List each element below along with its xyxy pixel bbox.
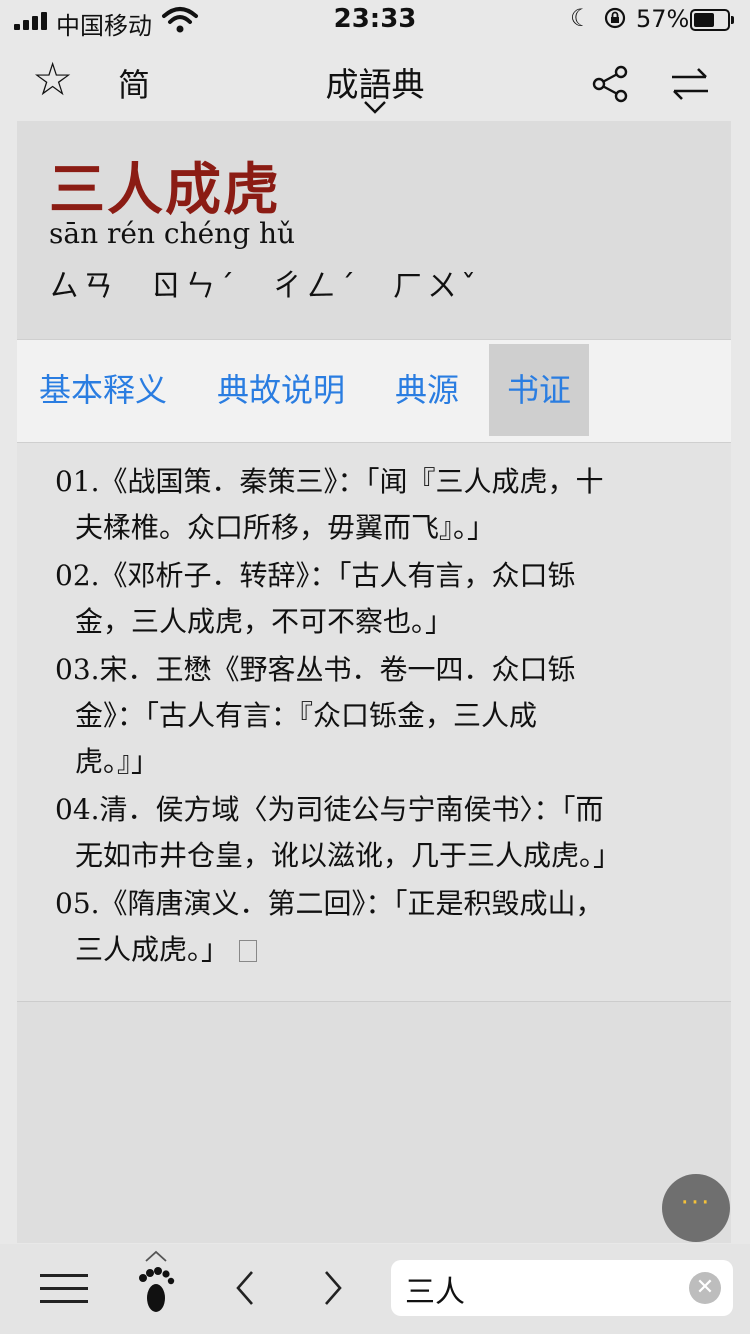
chevron-up-icon[interactable] (144, 1250, 168, 1262)
moon-icon: ☾ (570, 4, 592, 32)
idiom-card: 三人成虎 sān rén chéng hǔ ㄙㄢ ㄖㄣˊ ㄔㄥˊ ㄏㄨˇ 基本释… (17, 121, 731, 1243)
citation-item: 05.《隋唐演义．第二回》：「正是积毁成山， 三人成虎。」 (55, 887, 604, 966)
tab-basic-meaning[interactable]: 基本释义 (39, 344, 179, 436)
tab-citations[interactable]: 书证 (489, 344, 589, 436)
idiom-title: 三人成虎 (49, 158, 281, 223)
orientation-lock-icon (604, 7, 626, 29)
menu-icon[interactable] (40, 1274, 88, 1304)
idiom-header: 三人成虎 sān rén chéng hǔ ㄙㄢ ㄖㄣˊ ㄔㄥˊ ㄏㄨˇ (17, 121, 731, 339)
bottom-toolbar: ✕ (0, 1244, 750, 1334)
battery-percent: 57% (636, 5, 690, 33)
battery-icon (690, 9, 734, 31)
chevron-down-icon[interactable] (363, 100, 387, 114)
citation-item: 04.清．侯方域〈为司徒公与宁南侯书〉：「而 无如市井仓皇，讹以滋讹，几于三人成… (55, 793, 622, 872)
citation-item: 01.《战国策．秦策三》：「闻『三人成虎，十 夫楺椎。众口所移，毋翼而飞』。」 (55, 465, 604, 544)
clear-icon[interactable]: ✕ (689, 1272, 721, 1304)
swap-icon[interactable] (668, 66, 712, 102)
search-input[interactable] (403, 1266, 677, 1312)
citation-item: 03.宋．王懋《野客丛书．卷一四．众口铄 金》：「古人有言：『众口铄金，三人成 … (55, 653, 576, 778)
footprint-icon[interactable] (136, 1266, 176, 1316)
zhuyin: ㄙㄢ ㄖㄣˊ ㄔㄥˊ ㄏㄨˇ (49, 269, 480, 304)
citations-panel: 01.《战国策．秦策三》：「闻『三人成虎，十 夫楺椎。众口所移，毋翼而飞』。」 … (17, 443, 731, 1002)
missing-glyph-box (239, 940, 258, 962)
more-dots-icon: ··· (680, 1188, 712, 1218)
back-icon[interactable] (230, 1266, 260, 1310)
tab-source[interactable]: 典源 (395, 344, 465, 436)
nav-bar: ☆ 简 成語典 (0, 40, 750, 120)
tab-allusion-notes[interactable]: 典故说明 (217, 344, 357, 436)
app-title[interactable]: 成語典 (0, 58, 750, 106)
forward-icon[interactable] (318, 1266, 348, 1310)
citation-item: 02.《邓析子．转辞》：「古人有言，众口铄 金，三人成虎，不可不察也。」 (55, 559, 576, 638)
more-actions-button[interactable]: ··· (662, 1174, 730, 1242)
share-icon[interactable] (590, 64, 630, 104)
tab-bar: 基本释义 典故说明 典源 书证 (17, 339, 731, 443)
search-box: ✕ (391, 1260, 733, 1316)
status-bar: 中国移动 23:33 ☾ 57% (0, 0, 750, 40)
pinyin: sān rén chéng hǔ (49, 217, 296, 250)
